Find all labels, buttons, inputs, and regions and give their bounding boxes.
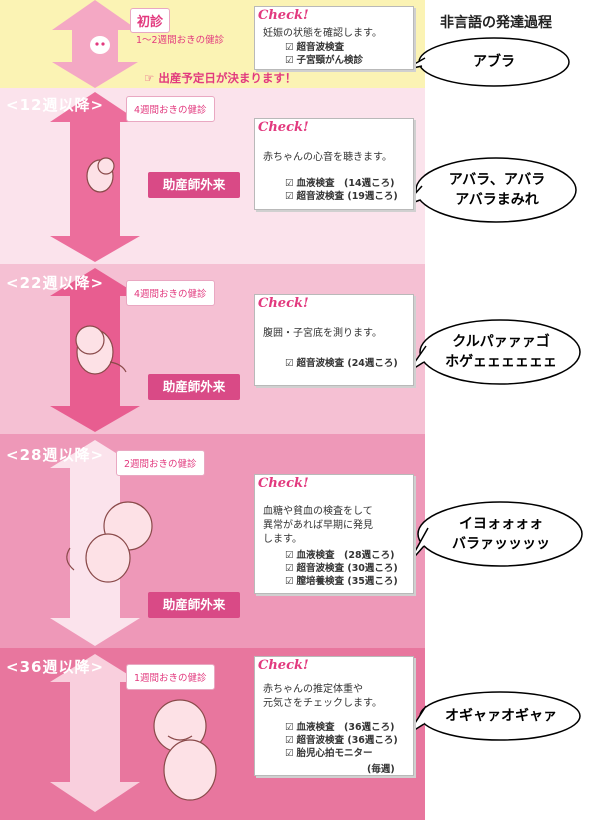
checklist: 血液検査 (14週ころ) 超音波検査 (19週ころ) xyxy=(285,177,398,203)
checklist-item: 血液検査 (28週ころ) xyxy=(285,549,398,562)
speech-text-3: イヨォォォォ バラァッッッッ xyxy=(452,516,550,552)
pointing-hand-icon: ☞ xyxy=(144,71,159,85)
page-title: 非言語の発達過程 xyxy=(440,15,552,31)
checklist: 超音波検査 子宮頸がん検診 xyxy=(285,41,364,67)
interval-pill: 1週間おきの健診 xyxy=(126,664,215,690)
speech-text-2: クルパァァァゴ ホゲェェェェェェ xyxy=(445,334,557,370)
stage-header: <36週以降> xyxy=(6,658,105,676)
interval-pill: 2週間おきの健診 xyxy=(116,450,205,476)
checklist: 超音波検査 (24週ころ) xyxy=(285,357,398,370)
checklist-item: 超音波検査 (30週ころ) xyxy=(285,562,398,575)
card-description: 妊娠の状態を確認します。 xyxy=(263,28,382,39)
card-description: 赤ちゃんの心音を聴きます。 xyxy=(263,152,392,163)
check-label: Check! xyxy=(258,120,309,135)
checklist-item: 膣培養検査 (35週ころ) xyxy=(285,575,398,588)
checklist-item: 超音波検査 (36週ころ) xyxy=(285,734,398,747)
first-visit-interval: 1〜2週間おきの健診 xyxy=(136,35,225,46)
check-card: Check! 赤ちゃんの心音を聴きます。 血液検査 (14週ころ) 超音波検査 … xyxy=(254,118,414,210)
interval-pill: 4週間おきの健診 xyxy=(126,96,215,122)
weekly-note: (毎週) xyxy=(367,764,395,775)
check-label: Check! xyxy=(258,296,309,311)
embryo-figure xyxy=(90,36,110,54)
checklist-item: 子宮頸がん検診 xyxy=(285,54,364,67)
checklist-item: 超音波検査 (19週ころ) xyxy=(285,190,398,203)
check-card: Check! 血糖や貧血の検査をして 異常があれば早期に発見 します。 血液検査… xyxy=(254,474,414,594)
checklist-item: 超音波検査 xyxy=(285,41,363,54)
midwife-clinic-badge: 助産師外来 xyxy=(148,172,240,198)
card-description: 腹囲・子宮底を測ります。 xyxy=(263,328,382,339)
checklist-item: 血液検査 (36週ころ) xyxy=(285,721,398,734)
due-date-note: ☞ 出産予定日が決まります！ xyxy=(144,70,296,86)
midwife-clinic-badge: 助産師外来 xyxy=(148,374,240,400)
checklist-item: 胎児心拍モニター xyxy=(285,747,398,760)
first-visit-header: 初診 xyxy=(130,8,171,33)
check-label: Check! xyxy=(258,8,309,23)
speech-text-1: アバラ、アバラ アバラまみれ xyxy=(448,172,546,208)
midwife-clinic-badge: 助産師外来 xyxy=(148,592,240,618)
check-card: Check! 腹囲・子宮底を測ります。 超音波検査 (24週ころ) xyxy=(254,294,414,386)
checklist: 血液検査 (28週ころ) 超音波検査 (30週ころ) 膣培養検査 (35週ころ) xyxy=(285,549,398,588)
card-description: 血糖や貧血の検査をして 異常があれば早期に発見 します。 xyxy=(263,506,373,545)
checklist-item: 血液検査 (14週ころ) xyxy=(285,177,398,190)
speech-text-4: オギャァオギャァ xyxy=(445,708,557,724)
check-label: Check! xyxy=(258,658,309,673)
due-date-text: 出産予定日が決まります！ xyxy=(158,71,297,85)
speech-text-0: アブラ xyxy=(473,54,515,70)
first-visit-card: Check! 妊娠の状態を確認します。 超音波検査 子宮頸がん検診 xyxy=(254,6,414,70)
check-label: Check! xyxy=(258,476,309,491)
checklist: 血液検査 (36週ころ) 超音波検査 (36週ころ) 胎児心拍モニター xyxy=(285,721,398,760)
check-card: Check! 赤ちゃんの推定体重や 元気さをチェックします。 血液検査 (36週… xyxy=(254,656,414,776)
stage-header: <28週以降> xyxy=(6,446,105,464)
baby-36-figure xyxy=(153,699,217,801)
interval-pill: 4週間おきの健診 xyxy=(126,280,215,306)
checklist-item: 超音波検査 (24週ころ) xyxy=(285,357,398,370)
stage-header: <12週以降> xyxy=(6,96,105,114)
stage-header: <22週以降> xyxy=(6,274,105,292)
card-description: 赤ちゃんの推定体重や 元気さをチェックします。 xyxy=(263,684,382,709)
